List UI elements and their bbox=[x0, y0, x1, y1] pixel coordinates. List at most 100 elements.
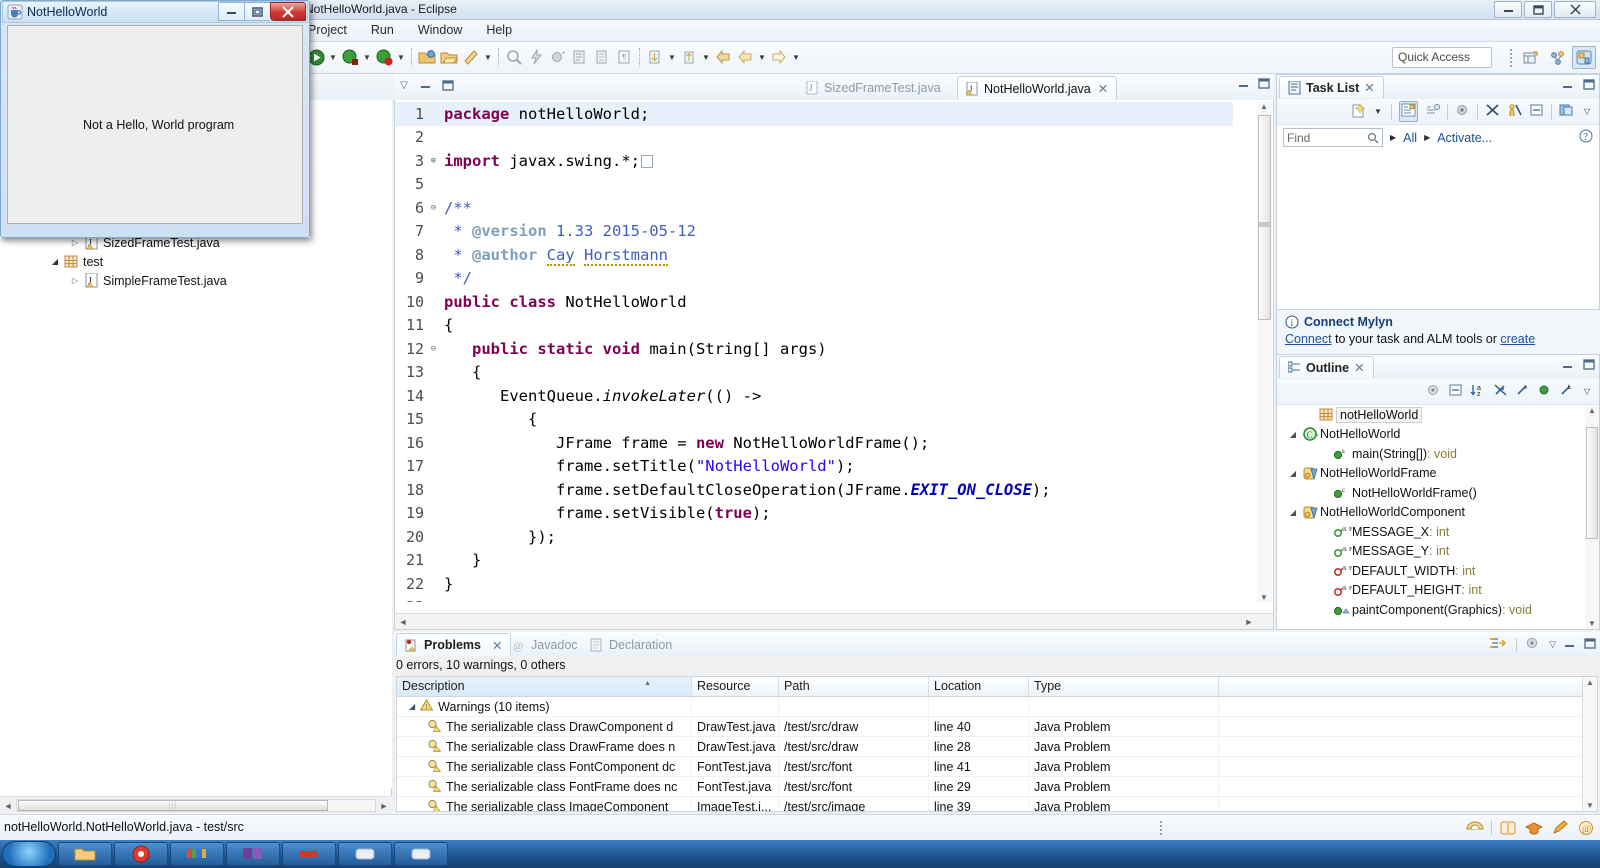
editor-scroll-left-icon[interactable]: ◄ bbox=[395, 617, 411, 627]
scroll-up-arrow-icon[interactable]: ▲ bbox=[1260, 102, 1268, 111]
code-line[interactable]: 17 frame.setTitle("NotHelloWorld"); bbox=[395, 455, 1233, 479]
tree-collapse-arrow-icon[interactable]: ▷ bbox=[68, 276, 82, 285]
outline-scroll-down-icon[interactable]: ▼ bbox=[1588, 619, 1596, 628]
code-line[interactable]: 3 ⊕ import javax.swing.*; bbox=[395, 149, 1233, 173]
outline-scroll-thumb[interactable] bbox=[1586, 427, 1598, 539]
sort-alphabetically-icon[interactable]: az bbox=[1470, 383, 1486, 400]
tree-collapse-arrow-icon[interactable]: ▷ bbox=[68, 238, 82, 247]
new-java-project-icon[interactable] bbox=[416, 45, 438, 69]
eclipse-maximize-button[interactable] bbox=[1524, 1, 1552, 18]
create-link[interactable]: create bbox=[1500, 332, 1535, 346]
tree-expand-arrow-icon[interactable]: ◢ bbox=[48, 257, 62, 266]
debug-button[interactable] bbox=[339, 45, 361, 69]
activate-arrow-icon[interactable]: ▶ bbox=[1424, 133, 1430, 142]
taskbar-item-office[interactable] bbox=[226, 842, 280, 866]
forward-back-arrow-icon[interactable] bbox=[734, 45, 756, 69]
hide-fields-icon[interactable] bbox=[1493, 383, 1508, 400]
forward-caret[interactable]: ▼ bbox=[790, 45, 802, 69]
next-annotation-icon[interactable] bbox=[569, 45, 591, 69]
problems-row[interactable]: The serializable class FontFrame does nc… bbox=[397, 776, 1597, 797]
menu-item-window[interactable]: Window bbox=[415, 22, 465, 38]
code-line[interactable]: 19 frame.setVisible(true); bbox=[395, 502, 1233, 526]
back-arrow-icon[interactable] bbox=[712, 45, 734, 69]
problems-group-row[interactable]: ◢! Warnings (10 items) bbox=[397, 696, 1597, 717]
mylyn-status-icon[interactable] bbox=[1465, 818, 1485, 837]
problems-column-header[interactable]: Location bbox=[929, 677, 1029, 696]
code-line[interactable]: 12 ⊖ public static void main(String[] arg… bbox=[395, 337, 1233, 361]
all-filter-arrow-icon[interactable]: ▶ bbox=[1390, 133, 1396, 142]
tab-javadoc[interactable]: @ Javadoc bbox=[504, 633, 586, 656]
taskbar-item-browser[interactable] bbox=[114, 842, 168, 866]
book-status-icon[interactable] bbox=[1498, 818, 1518, 837]
code-line[interactable]: 7 * @version 1.33 2015-05-12 bbox=[395, 220, 1233, 244]
focus-on-active-task-icon[interactable] bbox=[1490, 635, 1508, 654]
editor-scroll-right-icon[interactable]: ► bbox=[1241, 617, 1257, 627]
close-icon[interactable]: ✕ bbox=[492, 638, 502, 653]
minimize-view-icon[interactable] bbox=[418, 77, 434, 93]
run-dropdown-caret[interactable]: ▼ bbox=[327, 45, 339, 69]
problems-row[interactable]: The serializable class DrawComponent d Dr… bbox=[397, 716, 1597, 737]
taskbar-item-colorapp[interactable] bbox=[170, 842, 224, 866]
minimize-editor-icon[interactable] bbox=[1238, 78, 1250, 92]
minimize-outline-icon[interactable] bbox=[1562, 359, 1574, 373]
code-line[interactable]: 10 public class NotHelloWorld bbox=[395, 290, 1233, 314]
forward-arrow-icon[interactable] bbox=[768, 45, 790, 69]
at-status-icon[interactable]: @ bbox=[1576, 818, 1596, 837]
outline-item[interactable]: S F DEFAULT_HEIGHT : int bbox=[1277, 581, 1599, 601]
connect-link[interactable]: Connect bbox=[1285, 332, 1332, 346]
tab-outline[interactable]: Outline ✕ bbox=[1279, 356, 1374, 378]
code-editor-content[interactable]: 1 package notHelloWorld; 2 3 ⊕ import javax.s… bbox=[395, 102, 1233, 602]
collapse-all-icon[interactable] bbox=[1529, 103, 1544, 120]
outline-expand-arrow-icon[interactable]: ◢ bbox=[1285, 469, 1301, 478]
outline-item[interactable]: S F DEFAULT_WIDTH : int bbox=[1277, 561, 1599, 581]
code-line[interactable]: 1 package notHelloWorld; bbox=[395, 102, 1233, 126]
outline-view-menu-caret[interactable]: ▽ bbox=[1581, 380, 1593, 404]
group-expand-arrow-icon[interactable]: ◢ bbox=[409, 702, 415, 711]
problems-column-header[interactable]: Resource bbox=[692, 677, 779, 696]
code-line[interactable]: 2 bbox=[395, 126, 1233, 150]
outline-item[interactable]: s main(String[]) : void bbox=[1277, 444, 1599, 464]
java-close-button[interactable] bbox=[270, 2, 306, 21]
code-line[interactable]: 15 { bbox=[395, 408, 1233, 432]
categorized-view-icon[interactable] bbox=[1399, 101, 1418, 122]
hide-local-types-icon[interactable]: L bbox=[1559, 383, 1574, 400]
outline-tree[interactable]: ▲ ▼ notHelloWorld ◢ C NotHelloWorld s main(St… bbox=[1277, 405, 1599, 629]
problems-row[interactable]: The serializable class ImageComponent Im… bbox=[397, 796, 1597, 811]
outline-item[interactable]: ◢ C NotHelloWorld bbox=[1277, 425, 1599, 445]
tab-problems[interactable]: Problems ✕ bbox=[396, 633, 512, 656]
java-perspective-button[interactable] bbox=[1572, 46, 1596, 69]
close-icon[interactable]: ✕ bbox=[1364, 80, 1374, 95]
task-filter-all[interactable]: All bbox=[1403, 131, 1417, 145]
help-icon[interactable]: ? bbox=[1579, 129, 1593, 146]
quick-fix-icon[interactable] bbox=[525, 45, 547, 69]
focus-outline-icon[interactable] bbox=[1426, 383, 1441, 400]
menu-item-project[interactable]: Project bbox=[305, 22, 350, 38]
code-line[interactable]: 8 * @author Cay Horstmann bbox=[395, 243, 1233, 267]
task-find-input[interactable]: Find bbox=[1283, 128, 1383, 147]
editor-vertical-scrollbar[interactable]: ▲ ▼ bbox=[1257, 101, 1272, 603]
java-window-titlebar[interactable]: NotHelloWorld bbox=[2, 1, 308, 23]
java-minimize-button[interactable] bbox=[218, 2, 244, 21]
minimize-task-list-icon[interactable] bbox=[1562, 79, 1574, 93]
hide-static-icon[interactable]: s bbox=[1515, 383, 1530, 400]
tab-task-list[interactable]: Task List ✕ bbox=[1279, 76, 1384, 98]
taskbar-item-explorer[interactable] bbox=[58, 842, 112, 866]
menu-item-run[interactable]: Run bbox=[368, 22, 397, 38]
open-perspective-button[interactable] bbox=[1518, 46, 1542, 69]
quick-access-input[interactable]: Quick Access bbox=[1392, 47, 1492, 68]
open-type-icon[interactable] bbox=[438, 45, 460, 69]
toggle-block-selection-icon[interactable]: ¶ bbox=[613, 45, 635, 69]
code-line[interactable]: 14 EventQueue.invokeLater(() -> bbox=[395, 384, 1233, 408]
close-icon[interactable]: ✕ bbox=[1098, 81, 1108, 96]
maximize-editor-icon[interactable] bbox=[1258, 78, 1270, 92]
editor-tab-sizedframetest[interactable]: J SizedFrameTest.java bbox=[798, 76, 949, 100]
editor-horizontal-scrollbar[interactable]: ◄ ► bbox=[395, 613, 1273, 629]
eclipse-close-button[interactable] bbox=[1554, 1, 1596, 18]
task-list-view-menu-caret[interactable]: ▽ bbox=[1581, 100, 1593, 124]
menu-item-help[interactable]: Help bbox=[483, 22, 515, 38]
fold-toggle-icon[interactable]: ⊖ bbox=[427, 344, 440, 354]
view-menu-icon[interactable]: ▽ bbox=[396, 77, 412, 93]
new-task-icon[interactable] bbox=[1350, 102, 1366, 121]
outline-item[interactable]: ◢ NotHelloWorldFrame bbox=[1277, 464, 1599, 484]
filter-completed-icon[interactable] bbox=[1485, 103, 1500, 120]
